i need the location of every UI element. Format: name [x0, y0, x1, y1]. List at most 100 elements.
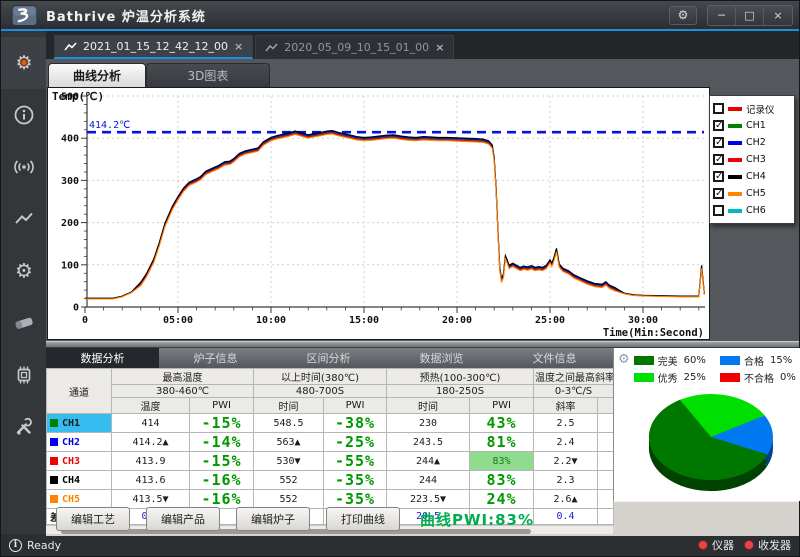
legend-item-CH5[interactable]: ✓CH5	[713, 185, 791, 202]
table-row-CH3[interactable]: CH3413.9-15%530▼-55%244▲83%2.2▼	[47, 452, 614, 471]
tab-close-icon[interactable]: ×	[234, 40, 243, 53]
titlebar-settings-button[interactable]: ⚙	[669, 6, 697, 25]
data-cell: 243.5	[387, 433, 470, 452]
col-subheader: PWI	[190, 398, 254, 414]
data-cell: 552	[254, 490, 324, 509]
legend-item-CH1[interactable]: ✓CH1	[713, 117, 791, 134]
sidebar-item-info[interactable]	[1, 89, 46, 141]
legend-checkbox[interactable]	[713, 205, 724, 216]
svg-text:25:00: 25:00	[535, 315, 565, 326]
data-cell: 81%	[470, 433, 534, 452]
svg-text:Time(Min:Second): Time(Min:Second)	[603, 327, 704, 339]
footer-button-打印曲线[interactable]: 打印曲线	[326, 507, 400, 531]
col-subheader: PWI	[324, 398, 387, 414]
data-cell: 414.2▲	[112, 433, 190, 452]
pie-legend-swatch	[720, 373, 740, 382]
legend-label: CH2	[746, 137, 766, 148]
channel-color-square	[50, 495, 58, 503]
legend-checkbox[interactable]: ✓	[713, 137, 724, 148]
tab-curve-analysis[interactable]: 曲线分析	[48, 63, 146, 87]
legend-item-CH4[interactable]: ✓CH4	[713, 168, 791, 185]
horizontal-splitter[interactable]	[46, 341, 799, 348]
table-row-CH5[interactable]: CH5413.5▼-16%552-35%223.5▼24%2.6▲	[47, 490, 614, 509]
document-tab-bar: 2021_01_15_12_42_12_00×2020_05_09_10_15_…	[46, 31, 799, 59]
svg-text:20:00: 20:00	[442, 315, 472, 326]
channel-cell[interactable]: CH3	[47, 452, 112, 471]
data-cell: 244▲	[387, 452, 470, 471]
pie-legend-pct: 15%	[770, 355, 792, 366]
legend-item-CH3[interactable]: ✓ CH3	[713, 151, 791, 168]
col-subheader: PWI	[470, 398, 534, 414]
channel-cell[interactable]: CH2	[47, 433, 112, 452]
sidebar-item-chip[interactable]	[1, 349, 46, 401]
document-tab-1[interactable]: 2021_01_15_12_42_12_00 ×	[54, 35, 253, 59]
sidebar-item-signal[interactable]	[1, 141, 46, 193]
data-tab-区间分析[interactable]: 区间分析	[272, 348, 385, 368]
legend-item-CH2[interactable]: ✓ CH2	[713, 134, 791, 151]
footer-button-编辑炉子[interactable]: 编辑炉子	[236, 507, 310, 531]
document-tab-2[interactable]: 2020_05_09_10_15_01_00×	[255, 35, 454, 59]
table-row-CH2[interactable]: CH2414.2▲-14%563▲-25%243.581%2.4	[47, 433, 614, 452]
data-cell: -15%	[190, 452, 254, 471]
minimize-button[interactable]: ─	[708, 6, 736, 25]
pie-settings-icon[interactable]: ⚙	[618, 353, 630, 366]
legend-checkbox[interactable]: ✓	[713, 120, 724, 131]
data-cell: -38%	[324, 414, 387, 433]
temperature-chart[interactable]: 0100200300400500005:0010:0015:0020:0025:…	[47, 87, 710, 340]
svg-text:400: 400	[61, 134, 79, 145]
svg-text:0: 0	[73, 303, 79, 314]
tab-3d-chart[interactable]: 3D图表	[146, 63, 270, 87]
pie-legend-label: 优秀	[658, 370, 678, 385]
data-tab-数据分析[interactable]: 数据分析	[46, 348, 159, 368]
sidebar-item-tools[interactable]	[1, 401, 46, 453]
data-cell	[598, 414, 614, 433]
pie-legend-pct: 60%	[684, 355, 706, 366]
footer-button-编辑工艺[interactable]: 编辑工艺	[56, 507, 130, 531]
curve-analysis-icon	[13, 208, 35, 230]
footer-button-编辑产品[interactable]: 编辑产品	[146, 507, 220, 531]
data-cell: 530▼	[254, 452, 324, 471]
document-tab-label: 2021_01_15_12_42_12_00	[83, 40, 228, 53]
pie-legend: 完美60%合格15%优秀25%不合格0%	[634, 353, 800, 385]
data-cell	[598, 471, 614, 490]
close-button[interactable]: ×	[764, 6, 792, 25]
sidebar-item-settings[interactable]: ⚙	[1, 245, 46, 297]
legend-color-swatch	[728, 175, 742, 179]
table-row-CH1[interactable]: CH1414-15%548.5-38%23043%2.5	[47, 414, 614, 433]
data-tab-文件信息[interactable]: 文件信息	[498, 348, 611, 368]
legend-item-记录仪[interactable]: 记录仪	[713, 100, 791, 117]
legend-checkbox[interactable]: ✓	[713, 154, 724, 165]
channel-label: CH2	[62, 437, 80, 448]
maximize-button[interactable]: □	[736, 6, 764, 25]
legend-label: CH3	[746, 154, 766, 165]
legend-item-CH6[interactable]: CH6	[713, 202, 791, 219]
sidebar-item-eraser[interactable]	[1, 297, 46, 349]
col-group-header: 预热(100-300℃)	[387, 369, 534, 385]
legend-color-swatch	[728, 192, 742, 196]
channel-color-square	[50, 457, 58, 465]
tab-close-icon[interactable]: ×	[435, 41, 444, 54]
data-cell: -35%	[324, 490, 387, 509]
sidebar-item-main-settings[interactable]: ⚙	[1, 37, 46, 89]
legend-checkbox[interactable]	[713, 103, 724, 114]
data-cell: -25%	[324, 433, 387, 452]
data-cell: 2.6▲	[534, 490, 598, 509]
channel-cell[interactable]: CH5	[47, 490, 112, 509]
curve-pwi-value: 曲线PWI:83%	[420, 509, 534, 530]
channel-cell[interactable]: CH4	[47, 471, 112, 490]
col-subheader: 时间	[254, 398, 324, 414]
channel-cell[interactable]: CH1	[47, 414, 112, 433]
col-group-range: 480-700S	[254, 385, 387, 398]
data-tab-数据浏览[interactable]: 数据浏览	[385, 348, 498, 368]
legend-checkbox[interactable]: ✓	[713, 171, 724, 182]
analysis-table: 通道最高温度以上时间(380℃)预热(100-300℃)温度之间最高斜率(138…	[46, 368, 614, 525]
table-row-CH4[interactable]: CH4413.6-16%552-35%24483%2.3	[47, 471, 614, 490]
data-tab-炉子信息[interactable]: 炉子信息	[159, 348, 272, 368]
data-tab-bar: 数据分析炉子信息区间分析数据浏览文件信息	[46, 348, 613, 368]
sidebar-item-curve-analysis[interactable]	[1, 193, 46, 245]
legend-label: 记录仪	[746, 102, 775, 116]
data-cell	[598, 433, 614, 452]
main-settings-icon: ⚙	[13, 52, 35, 74]
legend-checkbox[interactable]: ✓	[713, 188, 724, 199]
legend-color-swatch	[728, 209, 742, 213]
